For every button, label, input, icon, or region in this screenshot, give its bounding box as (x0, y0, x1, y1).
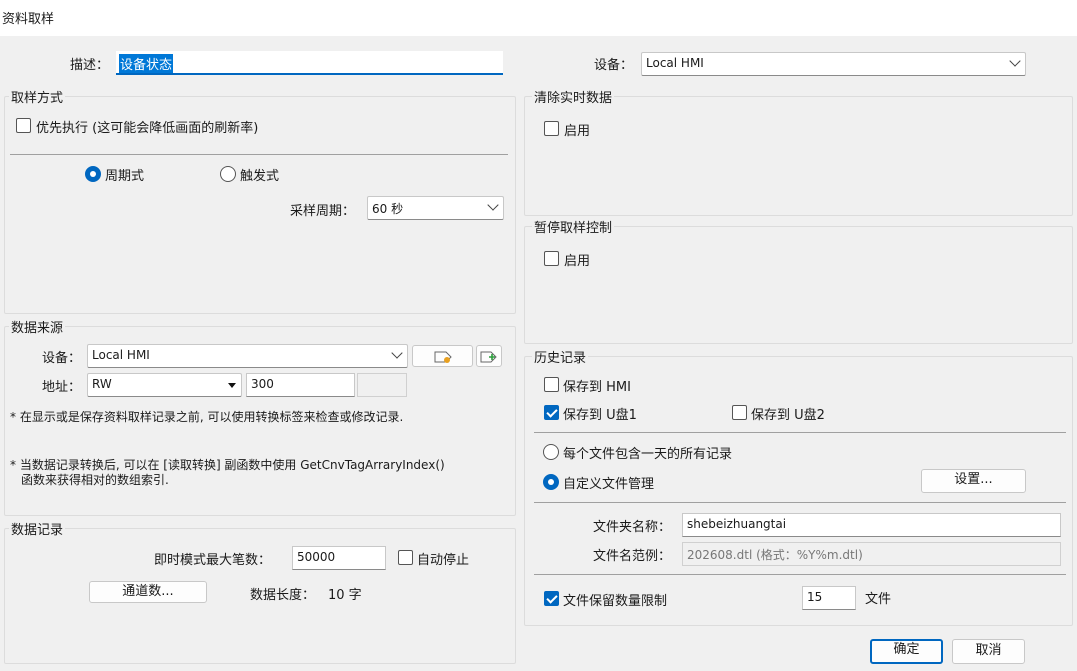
sampling-group-title: 取样方式 (9, 87, 66, 106)
pause-title: 暂停取样控制 (532, 217, 615, 236)
data-length-value: 10 字 (328, 588, 362, 603)
tag-icon (434, 351, 452, 363)
file-limit-label: 文件保留数量限制 (563, 594, 668, 609)
history-separator-3 (534, 574, 1066, 575)
device-select[interactable]: Local HMI (641, 52, 1026, 76)
address-label: 地址： (42, 380, 82, 395)
clear-realtime-checkbox[interactable] (544, 121, 559, 136)
clear-realtime-enable-label: 启用 (564, 124, 591, 139)
device-label: 设备： (594, 58, 634, 73)
address-extra-input (357, 373, 407, 397)
file-limit-unit: 文件 (865, 592, 892, 607)
trigger-radio[interactable] (220, 166, 236, 182)
address-input[interactable]: 300 (246, 373, 355, 397)
max-records-label: 即时模式最大笔数： (154, 553, 272, 568)
clear-realtime-group (524, 96, 1073, 216)
max-records-input[interactable]: 50000 (292, 546, 386, 570)
save-u1-label: 保存到 U盘1 (563, 408, 637, 423)
tag-add-button[interactable] (476, 345, 502, 367)
filename-example-value: 202608.dtl (格式：%Y%m.dtl) (687, 548, 863, 562)
description-label: 描述： (70, 58, 110, 73)
device-select-value: Local HMI (646, 56, 704, 70)
source-device-select[interactable]: Local HMI (87, 344, 408, 368)
description-input[interactable]: 设备状态 (116, 51, 503, 75)
record-title: 数据记录 (9, 519, 66, 538)
periodic-label: 周期式 (105, 169, 145, 184)
periodic-radio[interactable] (85, 166, 101, 182)
file-limit-checkbox[interactable] (544, 591, 559, 606)
history-separator-2 (534, 502, 1066, 503)
save-hmi-label: 保存到 HMI (563, 380, 631, 395)
custom-file-label: 自定义文件管理 (563, 477, 655, 492)
save-u2-checkbox[interactable] (732, 405, 747, 420)
source-note-1: * 在显示或是保存资料取样记录之前, 可以使用转换标签来检查或修改记录. (10, 410, 404, 424)
description-value: 设备状态 (119, 54, 174, 73)
period-select[interactable]: 60 秒 (367, 196, 504, 220)
save-hmi-checkbox[interactable] (544, 377, 559, 392)
address-value: 300 (251, 377, 274, 391)
chevron-down-icon (1009, 55, 1021, 67)
pause-group (524, 226, 1073, 344)
per-day-radio[interactable] (543, 444, 559, 460)
source-note-2-line1: * 当数据记录转换后, 可以在 [读取转换] 副函数中使用 GetCnvTagA… (10, 458, 445, 472)
priority-label: 优先执行 (这可能会降低画面的刷新率) (36, 121, 259, 136)
sampling-separator (10, 154, 508, 155)
window-title: 资料取样 (2, 12, 55, 27)
tag-select-button[interactable] (412, 345, 473, 367)
max-records-value: 50000 (297, 550, 336, 564)
history-separator-1 (534, 432, 1066, 433)
chevron-down-icon (487, 199, 499, 211)
priority-checkbox[interactable] (16, 118, 31, 133)
save-u2-label: 保存到 U盘2 (751, 408, 825, 423)
auto-stop-label: 自动停止 (417, 553, 470, 568)
filename-example-field: 202608.dtl (格式：%Y%m.dtl) (682, 542, 1061, 566)
folder-input[interactable]: shebeizhuangtai (682, 513, 1061, 537)
source-device-label: 设备： (42, 351, 82, 366)
clear-realtime-title: 清除实时数据 (532, 87, 615, 106)
period-select-value: 60 秒 (372, 202, 404, 216)
ok-button[interactable]: 确定 (870, 639, 943, 664)
custom-file-radio[interactable] (543, 474, 559, 490)
channels-button[interactable]: 通道数... (89, 581, 207, 603)
filename-example-label: 文件名范例： (593, 549, 672, 564)
folder-value: shebeizhuangtai (687, 517, 787, 531)
file-limit-value: 15 (807, 590, 823, 604)
address-type-select[interactable]: RW (87, 373, 242, 397)
source-note-2-line2: 函数来获得相对的数组索引. (21, 473, 169, 487)
chevron-down-icon (391, 347, 403, 359)
address-type-value: RW (92, 377, 112, 391)
trigger-label: 触发式 (240, 169, 280, 184)
pause-checkbox[interactable] (544, 251, 559, 266)
tag-add-icon (480, 351, 497, 363)
cancel-button[interactable]: 取消 (952, 639, 1025, 664)
data-length-label: 数据长度： (250, 588, 316, 603)
pause-enable-label: 启用 (564, 254, 591, 269)
title-bar: 资料取样 (0, 0, 1077, 36)
file-limit-input[interactable]: 15 (802, 586, 856, 610)
per-day-label: 每个文件包含一天的所有记录 (563, 447, 733, 462)
folder-label: 文件夹名称： (593, 520, 672, 535)
source-device-value: Local HMI (92, 348, 150, 362)
history-title: 历史记录 (532, 347, 589, 366)
source-title: 数据来源 (9, 317, 66, 336)
caret-down-icon (228, 383, 236, 388)
settings-button[interactable]: 设置... (921, 469, 1026, 493)
period-label: 采样周期： (290, 204, 356, 219)
auto-stop-checkbox[interactable] (398, 550, 413, 565)
save-u1-checkbox[interactable] (544, 405, 559, 420)
